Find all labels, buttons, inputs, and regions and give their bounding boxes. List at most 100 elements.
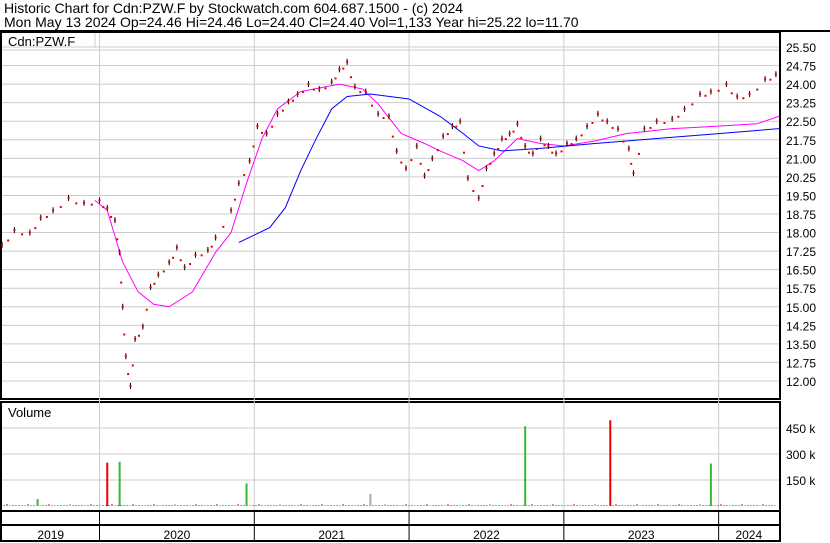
- price-point: [67, 196, 70, 199]
- price-point: [555, 152, 558, 155]
- price-tick-label: 16.50: [786, 264, 816, 278]
- year-label: 2024: [735, 528, 762, 542]
- price-point: [233, 198, 236, 201]
- price-point: [98, 199, 101, 202]
- price-point: [580, 134, 583, 137]
- price-point: [252, 145, 255, 148]
- price-tick-label: 21.00: [786, 152, 816, 166]
- price-point: [52, 209, 55, 212]
- price-point: [528, 151, 531, 154]
- price-point: [497, 147, 500, 150]
- price-tick-label: 15.75: [786, 282, 816, 296]
- price-point: [83, 201, 86, 204]
- price-point: [248, 159, 251, 162]
- price-point: [477, 196, 480, 199]
- price-point: [423, 174, 426, 177]
- price-point: [59, 206, 62, 209]
- price-point: [516, 122, 519, 125]
- price-point: [271, 125, 274, 128]
- price-point: [560, 150, 563, 153]
- price-point: [400, 161, 403, 164]
- price-point: [21, 233, 24, 236]
- price-point: [172, 256, 175, 259]
- price-tick-label: 12.00: [786, 375, 816, 389]
- price-point: [466, 177, 469, 180]
- price-point: [671, 117, 674, 120]
- year-label: 2019: [37, 528, 64, 542]
- price-point: [683, 107, 686, 110]
- price-point: [200, 254, 203, 257]
- price-point: [121, 305, 124, 308]
- price-point: [102, 206, 105, 209]
- price-point: [500, 137, 503, 140]
- price-point: [748, 93, 751, 96]
- price-point: [116, 238, 119, 241]
- price-point: [725, 83, 728, 86]
- price-point: [611, 126, 614, 129]
- price-point: [168, 261, 171, 264]
- price-point: [756, 88, 759, 91]
- price-point: [531, 152, 534, 155]
- price-tick-label: 19.50: [786, 189, 816, 203]
- price-point: [774, 73, 777, 76]
- price-point: [459, 120, 462, 123]
- chart-canvas: 25.50 24.75 24.00 23.25 22.50 21.75 21.00 20.25…: [0, 30, 830, 542]
- volume-tick-label: 300 k: [786, 448, 816, 462]
- price-point: [206, 248, 209, 251]
- stock-chart: Historic Chart for Cdn:PZW.F by Stockwat…: [0, 0, 830, 543]
- price-point: [508, 132, 511, 135]
- price-point: [324, 87, 327, 90]
- price-point: [210, 245, 213, 248]
- volume-panel: [0, 401, 781, 512]
- price-point: [736, 95, 739, 98]
- price-point: [312, 88, 315, 91]
- price-point: [296, 93, 299, 96]
- price-point: [455, 125, 458, 128]
- price-point: [699, 93, 702, 96]
- price-point: [504, 138, 507, 141]
- price-tick-label: 25.50: [786, 41, 816, 55]
- price-point: [281, 109, 284, 112]
- symbol-label: Cdn:PZW.F: [8, 34, 75, 49]
- price-point: [90, 203, 93, 206]
- year-label: 2023: [628, 528, 655, 542]
- price-point: [410, 159, 413, 162]
- price-point: [276, 112, 279, 115]
- price-point: [632, 172, 635, 175]
- price-point: [606, 120, 609, 123]
- year-label: 2020: [164, 528, 191, 542]
- volume-label: Volume: [8, 405, 51, 420]
- price-point: [113, 219, 116, 222]
- price-point: [601, 119, 604, 122]
- price-point: [643, 127, 646, 130]
- price-point: [591, 121, 594, 124]
- price-point: [524, 144, 527, 147]
- price-tick-label: 24.00: [786, 78, 816, 92]
- price-point: [162, 270, 165, 273]
- price-point: [137, 334, 140, 337]
- price-point: [586, 125, 589, 128]
- volume-tick-label: 150 k: [786, 474, 816, 488]
- price-point: [13, 229, 16, 232]
- price-tick-label: 18.75: [786, 208, 816, 222]
- price-tick-label: 23.25: [786, 97, 816, 111]
- price-point: [302, 91, 305, 94]
- price-point: [265, 132, 268, 135]
- price-point: [243, 173, 246, 176]
- price-point: [485, 167, 488, 170]
- price-point: [575, 137, 578, 140]
- price-point: [493, 152, 496, 155]
- price-tick-label: 14.25: [786, 319, 816, 333]
- long-moving-average-line: [238, 93, 780, 243]
- price-point: [764, 78, 767, 81]
- price-point: [214, 236, 217, 239]
- price-point: [157, 273, 160, 276]
- price-tick-label: 21.75: [786, 134, 816, 148]
- price-point: [110, 215, 113, 218]
- price-point: [415, 144, 418, 147]
- price-point: [359, 91, 362, 94]
- price-point: [717, 89, 720, 92]
- price-point: [677, 115, 680, 118]
- price-tick-label: 17.25: [786, 245, 816, 259]
- price-point: [547, 144, 550, 147]
